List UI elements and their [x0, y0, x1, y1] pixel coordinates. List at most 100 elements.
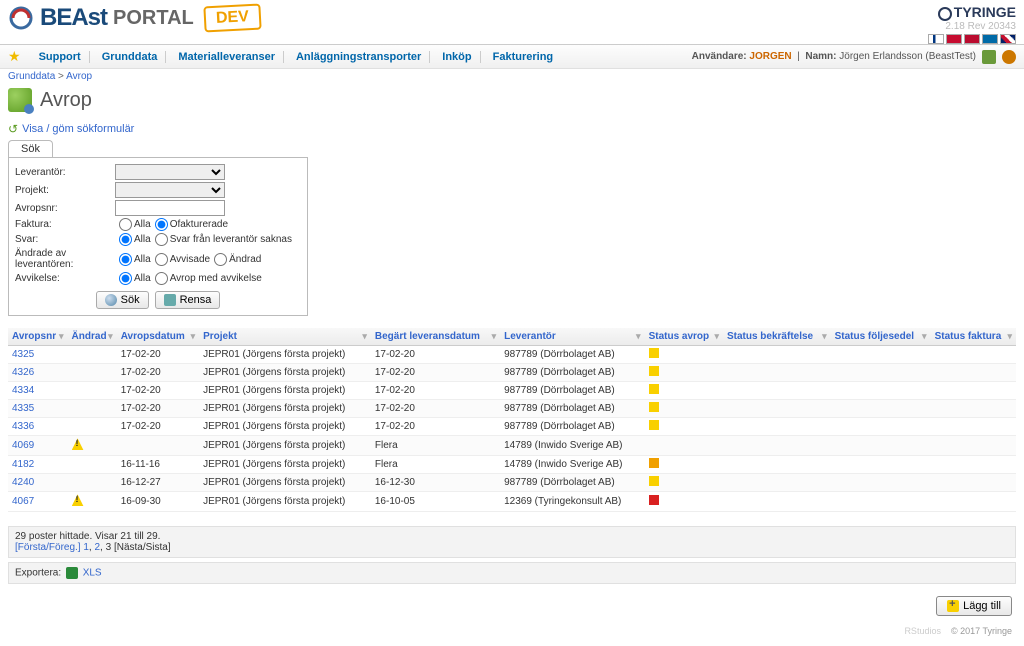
col-1[interactable]: Ändrad▾ — [68, 328, 117, 346]
cell-begart: 16-10-05 — [371, 492, 500, 512]
col-0[interactable]: Avropsnr▾ — [8, 328, 68, 346]
main-nav: ★ Support Grunddata Materialleveranser A… — [0, 45, 1024, 69]
cell-avropsnr[interactable]: 4067 — [8, 492, 68, 512]
breadcrumb-grunddata[interactable]: Grunddata — [8, 71, 55, 82]
page-title: Avrop — [40, 89, 92, 112]
cell-status-faktura — [931, 456, 1016, 474]
sel-projekt[interactable] — [115, 182, 225, 198]
cell-avropsnr[interactable]: 4182 — [8, 456, 68, 474]
clear-button[interactable]: Rensa — [155, 291, 221, 309]
page-title-row: Avrop — [0, 84, 1024, 122]
nav-materialleveranser[interactable]: Materialleveranser — [178, 51, 275, 63]
cell-avropsnr[interactable]: 4069 — [8, 436, 68, 456]
cell-projekt: JEPR01 (Jörgens första projekt) — [199, 456, 371, 474]
inp-avropsnr[interactable] — [115, 200, 225, 216]
logo-text-portal: PORTAL — [113, 7, 194, 30]
cell-avropsnr[interactable]: 4335 — [8, 400, 68, 418]
export-xls[interactable]: XLS — [83, 568, 102, 579]
lbl-leverantor: Leverantör: — [15, 167, 115, 178]
radio-andr-andrad[interactable] — [214, 253, 227, 266]
xls-icon[interactable] — [66, 567, 78, 579]
cell-projekt: JEPR01 (Jörgens första projekt) — [199, 382, 371, 400]
cell-status-bekraftelse — [723, 400, 831, 418]
search-tab[interactable]: Sök — [8, 140, 53, 157]
cell-status-foljesedel — [831, 492, 931, 512]
cell-avropsdatum: 17-02-20 — [117, 418, 199, 436]
cell-avropsdatum: 17-02-20 — [117, 382, 199, 400]
radio-svar-alla[interactable] — [119, 233, 132, 246]
toggle-search-link[interactable]: ↺ Visa / göm sökformulär — [8, 122, 1016, 136]
clear-button-label: Rensa — [180, 294, 212, 306]
flag-se-icon[interactable] — [982, 34, 998, 44]
nav-grunddata[interactable]: Grunddata — [102, 51, 158, 63]
col-5[interactable]: Leverantör▾ — [500, 328, 644, 346]
flag-fi-icon[interactable] — [928, 34, 944, 44]
cell-status-foljesedel — [831, 364, 931, 382]
footer-left: RStudios — [904, 626, 941, 636]
col-2[interactable]: Avropsdatum▾ — [117, 328, 199, 346]
cell-avropsnr[interactable]: 4334 — [8, 382, 68, 400]
col-3[interactable]: Projekt▾ — [199, 328, 371, 346]
search-button[interactable]: Sök — [96, 291, 149, 309]
radio-svar-saknas[interactable] — [155, 233, 168, 246]
table-row: 424016-12-27JEPR01 (Jörgens första proje… — [8, 474, 1016, 492]
cell-avropsnr[interactable]: 4326 — [8, 364, 68, 382]
cell-leverantor: 987789 (Dörrbolaget AB) — [500, 382, 644, 400]
cell-andrad — [68, 436, 117, 456]
nav-inkop[interactable]: Inköp — [442, 51, 471, 63]
txt-fak-ofak: Ofakturerade — [170, 219, 228, 230]
toggle-search-text[interactable]: Visa / göm sökformulär — [22, 123, 134, 135]
clear-icon — [164, 294, 176, 306]
cell-andrad — [68, 456, 117, 474]
radio-fak-alla[interactable] — [119, 218, 132, 231]
logo-dev-badge: DEV — [203, 4, 261, 33]
nav-support[interactable]: Support — [39, 51, 81, 63]
breadcrumb-avrop[interactable]: Avrop — [66, 71, 92, 82]
export-label: Exportera: — [15, 568, 61, 579]
nav-fakturering[interactable]: Fakturering — [493, 51, 554, 63]
home-icon[interactable] — [982, 50, 996, 64]
user-login[interactable]: JORGEN — [749, 51, 791, 62]
col-7[interactable]: Status bekräftelse▾ — [723, 328, 831, 346]
radio-fak-ofak[interactable] — [155, 218, 168, 231]
sel-leverantor[interactable] — [115, 164, 225, 180]
cell-status-avrop — [645, 474, 723, 492]
lbl-andrade: Ändrade av leverantören: — [15, 248, 115, 270]
cell-status-faktura — [931, 364, 1016, 382]
lbl-avvikelse: Avvikelse: — [15, 273, 115, 284]
table-row: 418216-11-16JEPR01 (Jörgens första proje… — [8, 456, 1016, 474]
search-button-label: Sök — [121, 294, 140, 306]
nav-anlaggning[interactable]: Anläggningstransporter — [296, 51, 421, 63]
cell-avropsnr[interactable]: 4240 — [8, 474, 68, 492]
pg-1[interactable]: 1 — [83, 542, 89, 553]
cell-begart: Flera — [371, 456, 500, 474]
cell-status-avrop — [645, 492, 723, 512]
txt-avv-med: Avrop med avvikelse — [170, 273, 262, 284]
add-button[interactable]: Lägg till — [936, 596, 1012, 616]
cell-leverantor: 14789 (Inwido Sverige AB) — [500, 436, 644, 456]
radio-andr-avvisade[interactable] — [155, 253, 168, 266]
col-4[interactable]: Begärt leveransdatum▾ — [371, 328, 500, 346]
cell-status-bekraftelse — [723, 492, 831, 512]
flag-dk-icon[interactable] — [946, 34, 962, 44]
cell-status-bekraftelse — [723, 456, 831, 474]
cell-avropsnr[interactable]: 4336 — [8, 418, 68, 436]
col-6[interactable]: Status avrop▾ — [645, 328, 723, 346]
flag-no-icon[interactable] — [964, 34, 980, 44]
pg-2[interactable]: 2 — [94, 542, 100, 553]
flag-gb-icon[interactable] — [1000, 34, 1016, 44]
results-table: Avropsnr▾Ändrad▾Avropsdatum▾Projekt▾Begä… — [8, 328, 1016, 512]
cell-andrad — [68, 474, 117, 492]
txt-andr-alla: Alla — [134, 254, 151, 265]
cell-avropsnr[interactable]: 4325 — [8, 346, 68, 364]
col-8[interactable]: Status följesedel▾ — [831, 328, 931, 346]
table-row: 4069JEPR01 (Jörgens första projekt)Flera… — [8, 436, 1016, 456]
pg-first[interactable]: [Första/Föreg.] — [15, 542, 81, 553]
radio-avv-alla[interactable] — [119, 272, 132, 285]
star-icon[interactable]: ★ — [8, 48, 27, 65]
col-9[interactable]: Status faktura▾ — [931, 328, 1016, 346]
radio-andr-alla[interactable] — [119, 253, 132, 266]
radio-avv-med[interactable] — [155, 272, 168, 285]
logout-icon[interactable] — [1002, 50, 1016, 64]
cell-status-foljesedel — [831, 382, 931, 400]
